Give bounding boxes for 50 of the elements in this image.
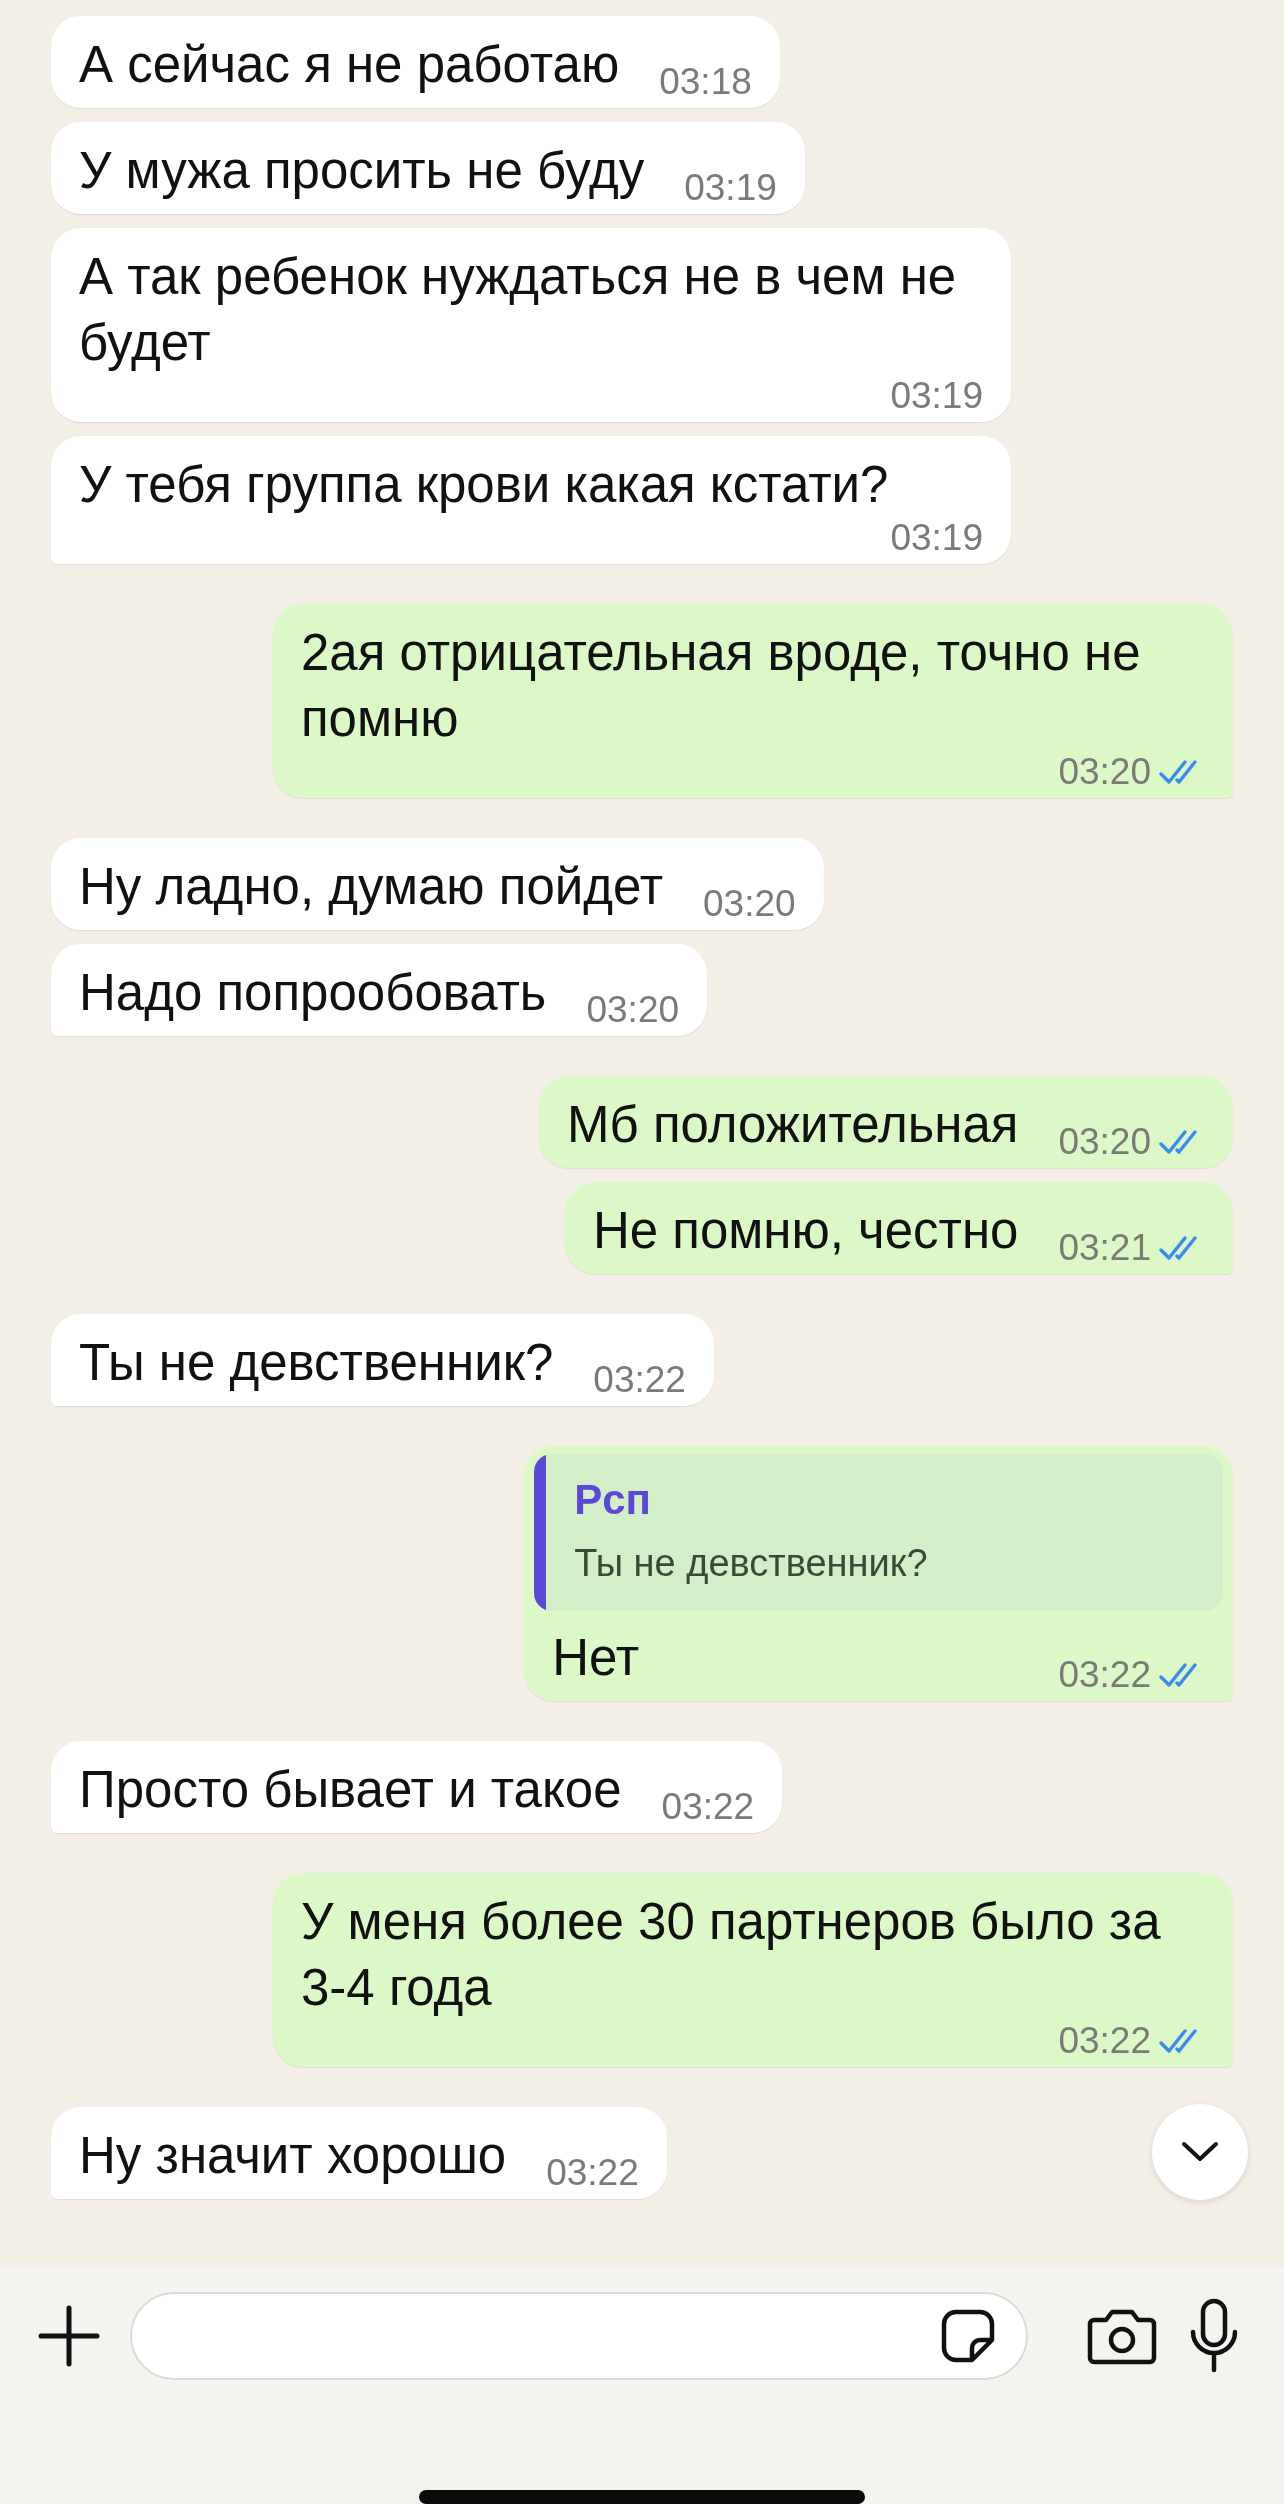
message-time: 03:22	[593, 1360, 686, 1400]
message-time: 03:20	[1058, 1122, 1151, 1162]
message-text: У мужа просить не буду	[79, 141, 645, 201]
received-message-bubble[interactable]: Надо попрообовать 03:20	[51, 944, 708, 1036]
quote-text: Ты не девственник?	[574, 1542, 928, 1585]
sent-message-bubble[interactable]: Мб положительная 03:20	[539, 1076, 1233, 1168]
message-time: 03:20	[703, 884, 796, 924]
microphone-button[interactable]	[1188, 2298, 1240, 2374]
message-time: 03:19	[890, 518, 983, 558]
quote-author: Рсп	[574, 1476, 652, 1524]
sent-message-bubble[interactable]: Не помню, честно 03:21	[564, 1182, 1233, 1274]
message-text: Ну ладно, думаю пойдет	[79, 857, 664, 917]
message-time: 03:22	[1058, 1655, 1151, 1695]
message-text: Нет	[552, 1628, 639, 1688]
message-text: Мб положительная	[567, 1095, 1019, 1155]
message-time: 03:20	[1058, 752, 1151, 792]
sent-message-bubble[interactable]: Рсп Ты не девственник? Нет 03:22	[524, 1446, 1233, 1701]
message-time: 03:22	[1058, 2021, 1151, 2061]
message-text: Ну значит хорошо	[79, 2126, 507, 2186]
sent-message-bubble[interactable]: У меня более 30 партнеров было за 3-4 года 03:22	[273, 1873, 1233, 2067]
message-text: Ты не девственник?	[79, 1333, 554, 1393]
message-text: Не помню, честно	[592, 1201, 1019, 1261]
received-message-bubble[interactable]: А так ребенок нуждаться не в чем не будет 03:19	[51, 228, 1011, 422]
received-message-bubble[interactable]: А сейчас я не работаю 03:18	[51, 16, 780, 108]
message-text: Надо попрообовать	[79, 963, 547, 1023]
received-message-bubble[interactable]: Ну значит хорошо 03:22	[51, 2107, 667, 2199]
message-time: 03:22	[546, 2153, 639, 2193]
message-time: 03:19	[890, 376, 983, 416]
message-time: 03:18	[659, 62, 752, 102]
scroll-down-button[interactable]	[1152, 2104, 1248, 2200]
chevron-down-icon	[1180, 2140, 1220, 2164]
message-time: 03:22	[661, 1787, 755, 1827]
message-text: У тебя группа крови какая кстати?	[79, 455, 889, 515]
sticker-icon[interactable]	[940, 2308, 996, 2364]
received-message-bubble[interactable]: У тебя группа крови какая кстати? 03:19	[51, 436, 1011, 564]
message-time: 03:19	[684, 168, 777, 208]
message-text: У меня более 30 партнеров было за 3-4 года	[301, 1892, 1162, 2018]
received-message-bubble[interactable]: Просто бывает и такое 03:22	[51, 1741, 783, 1833]
message-time: 03:20	[586, 990, 680, 1030]
received-message-bubble[interactable]: Ты не девственник? 03:22	[51, 1314, 714, 1406]
received-message-bubble[interactable]: Ну ладно, думаю пойдет 03:20	[51, 838, 824, 930]
message-text: А сейчас я не работаю	[79, 35, 620, 95]
message-text: А так ребенок нуждаться не в чем не будет	[79, 247, 958, 373]
received-message-bubble[interactable]: У мужа просить не буду 03:19	[51, 122, 805, 214]
message-text: 2ая отрицательная вроде, точно не помню	[301, 623, 1142, 749]
message-time: 03:21	[1058, 1228, 1151, 1268]
sent-message-bubble[interactable]: 2ая отрицательная вроде, точно не помню 03:20	[273, 604, 1233, 798]
quoted-message[interactable]: Рсп Ты не девственник?	[534, 1454, 1223, 1611]
add-button[interactable]	[38, 2305, 100, 2367]
message-text: Просто бывает и такое	[79, 1760, 622, 1820]
